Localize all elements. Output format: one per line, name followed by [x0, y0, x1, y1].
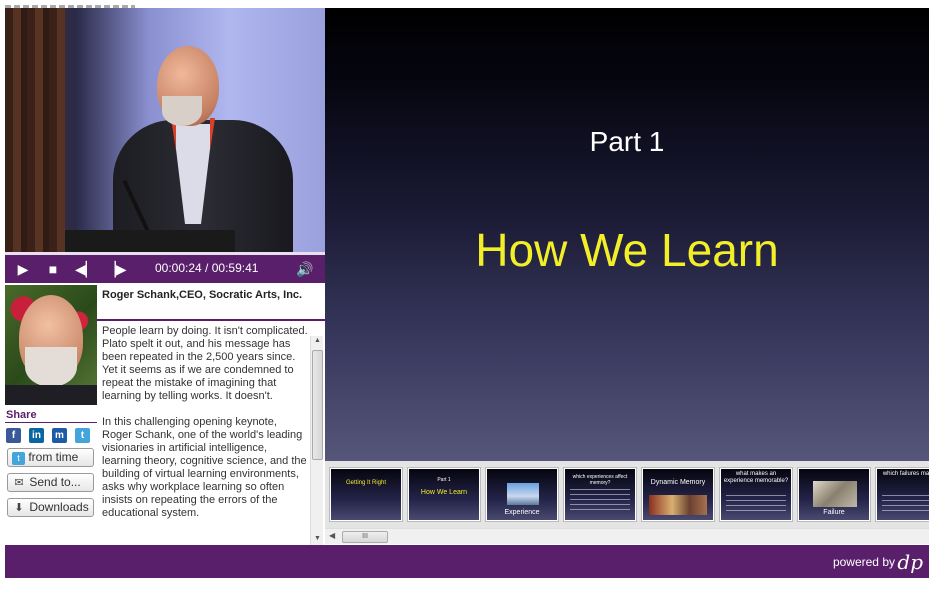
thumbnail-image: [507, 483, 539, 505]
thumbnail-image: [649, 495, 707, 515]
previous-slide-icon[interactable]: ◀▏: [75, 260, 97, 278]
send-to-button[interactable]: ✉ Send to...: [7, 473, 94, 492]
slide-thumbnail[interactable]: Experience: [485, 467, 559, 522]
speaker-beard: [162, 96, 202, 126]
speaker-photo-beard: [25, 347, 77, 387]
thumbnail-title: which failures matter?: [882, 471, 929, 477]
time-current: 00:00:24: [155, 261, 202, 275]
podium: [65, 230, 235, 252]
dp-logo-icon[interactable]: dp: [897, 550, 923, 574]
thumbnail-caption: How We Learn: [420, 489, 468, 496]
play-icon[interactable]: ▶: [15, 260, 31, 278]
twitter-icon[interactable]: t: [75, 428, 90, 443]
slide-thumbnail[interactable]: which experiences affect memory?: [563, 467, 637, 522]
scrollbar-thumb[interactable]: III: [342, 531, 388, 543]
thumbnail-caption: Experience: [504, 509, 540, 516]
talk-description: People learn by doing. It isn't complica…: [102, 325, 308, 545]
thumbnail-title: which experiences affect memory?: [572, 474, 628, 486]
speaker-photo-coat: [5, 385, 97, 405]
envelope-icon: ✉: [14, 477, 24, 489]
divider: [5, 422, 97, 423]
video-curtain: [5, 8, 65, 252]
next-slide-icon[interactable]: ▕▶: [105, 260, 127, 278]
scroll-down-icon[interactable]: ▼: [311, 535, 324, 545]
stop-icon[interactable]: ■: [45, 260, 61, 278]
video-viewport[interactable]: [5, 8, 325, 252]
speaker-photo: [5, 285, 97, 405]
divider: [97, 319, 325, 321]
slide-thumbnail[interactable]: Part 1 How We Learn: [407, 467, 481, 522]
thumbnail-image: [813, 481, 857, 507]
scroll-left-icon[interactable]: ◀: [329, 531, 335, 540]
slide-thumbnail[interactable]: Failure: [797, 467, 871, 522]
thumbnail-title: Getting It Right: [345, 480, 387, 486]
slide-thumbnail[interactable]: Getting It Right: [329, 467, 403, 522]
send-to-label: Send to...: [29, 475, 81, 489]
thumbnail-caption: Dynamic Memory: [650, 479, 706, 486]
scrollbar-thumb[interactable]: [312, 350, 323, 460]
thumbnail-bullets: [882, 495, 929, 515]
powered-by-text: powered by: [832, 555, 895, 569]
presentation-player: ▶ ■ ◀▏ ▕▶ 00:00:24 / 00:59:41 🔊 Roger Sc…: [5, 8, 929, 578]
slide-subtitle: Part 1: [589, 126, 665, 157]
footer-bar: powered by dp: [5, 545, 929, 578]
myspace-icon[interactable]: m: [52, 428, 67, 443]
volume-icon[interactable]: 🔊: [295, 260, 315, 278]
time-display: 00:00:24 / 00:59:41: [155, 261, 258, 275]
thumbnail-bullets: [726, 495, 786, 515]
slide-thumbnail-strip: Getting It Right Part 1 How We Learn Exp…: [325, 461, 929, 528]
speaker-name: Roger Schank,CEO, Socratic Arts, Inc.: [102, 289, 303, 301]
description-paragraph: People learn by doing. It isn't complica…: [102, 325, 308, 402]
slide-viewer: Part 1 How We Learn: [325, 8, 929, 461]
download-arrow-icon: ⬇: [14, 502, 24, 514]
share-from-time-button[interactable]: t from time: [7, 448, 94, 467]
thumbnail-caption: Failure: [823, 509, 845, 516]
thumbnail-bullets: [570, 489, 630, 511]
twitter-icon: t: [12, 452, 25, 465]
thumbnail-scrollbar[interactable]: ◀ III: [325, 528, 929, 544]
slide-thumbnail[interactable]: which failures matter?: [875, 467, 929, 522]
description-scrollbar[interactable]: ▲ ▼: [310, 336, 323, 546]
from-time-label: from time: [28, 450, 79, 464]
downloads-button[interactable]: ⬇ Downloads: [7, 498, 94, 517]
share-label: Share: [6, 409, 37, 421]
facebook-icon[interactable]: f: [6, 428, 21, 443]
scroll-up-icon[interactable]: ▲: [311, 337, 324, 347]
slide-title: How We Learn: [475, 224, 779, 276]
time-separator: /: [201, 261, 212, 275]
downloads-label: Downloads: [29, 500, 89, 514]
time-total: 00:59:41: [211, 261, 259, 275]
slide-thumbnail[interactable]: Dynamic Memory: [641, 467, 715, 522]
thumbnail-title: what makes an experience memorable?: [723, 471, 789, 484]
slide-thumbnail[interactable]: what makes an experience memorable?: [719, 467, 793, 522]
linkedin-icon[interactable]: in: [29, 428, 44, 443]
player-controls: ▶ ■ ◀▏ ▕▶ 00:00:24 / 00:59:41 🔊: [5, 252, 325, 283]
thumbnail-title: Part 1: [437, 477, 451, 483]
description-paragraph: In this challenging opening keynote, Rog…: [102, 416, 307, 519]
